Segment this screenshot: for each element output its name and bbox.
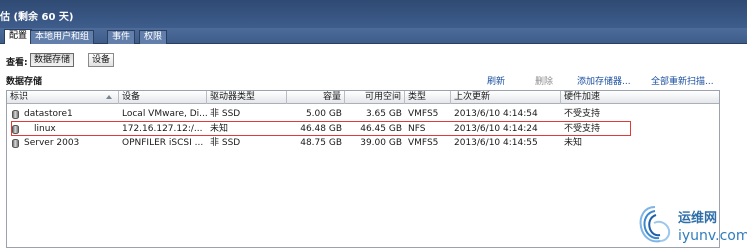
cell-last-update: 2013/6/10 4:14:24	[454, 124, 538, 134]
tab-config[interactable]: 配置	[4, 29, 33, 44]
sort-ascending-icon	[106, 95, 112, 99]
datastore-icon	[12, 110, 19, 119]
column-header-identifier[interactable]: 标识	[7, 91, 119, 104]
column-header-free-space[interactable]: 可用空间	[345, 91, 405, 104]
tab-local-users-groups[interactable]: 本地用户和组	[30, 30, 95, 44]
window-title: 估 (剩余 60 天)	[0, 12, 74, 23]
cell-capacity: 5.00 GB	[305, 109, 342, 119]
column-header-capacity[interactable]: 容量	[287, 91, 345, 104]
datastore-table: 标识 设备 驱动器类型 容量 可用空间 类型 上次更新 硬件加速 datasto…	[6, 90, 720, 248]
cell-last-update: 2013/6/10 4:14:55	[454, 138, 538, 148]
rescan-all-link[interactable]: 全部重新扫描...	[651, 74, 714, 87]
table-row[interactable]: datastore1 Local VMware, Di... 非 SSD 5.0…	[7, 108, 719, 121]
view-devices-button[interactable]: 设备	[88, 53, 115, 67]
column-header-last-update[interactable]: 上次更新	[451, 91, 561, 104]
watermark-text-en: iyunv.com	[678, 228, 747, 244]
table-row[interactable]: Server 2003 OPNFILER iSCSI ... 非 SSD 48.…	[7, 137, 719, 150]
section-title: 数据存储	[6, 77, 43, 87]
watermark-text-cn: 运维网	[678, 211, 718, 226]
cell-drive-type: 未知	[210, 124, 229, 134]
add-storage-link[interactable]: 添加存储器...	[577, 74, 631, 87]
cell-type: VMFS5	[408, 109, 439, 119]
cell-free-space: 46.45 GB	[360, 124, 402, 134]
cell-type: NFS	[408, 124, 426, 134]
table-row[interactable]: linux 172.16.127.12:/... 未知 46.48 GB 46.…	[7, 123, 719, 136]
cell-identifier: Server 2003	[24, 138, 80, 148]
column-header-device[interactable]: 设备	[119, 91, 207, 104]
tab-permissions[interactable]: 权限	[139, 30, 168, 44]
tab-bar: 配置 本地用户和组 事件 权限	[0, 28, 747, 44]
cell-free-space: 39.00 GB	[360, 138, 402, 148]
view-datastores-button[interactable]: 数据存储	[30, 53, 75, 67]
column-header-hw-accel[interactable]: 硬件加速	[561, 91, 719, 104]
tab-events[interactable]: 事件	[107, 30, 136, 44]
watermark-logo-icon	[639, 206, 671, 243]
cell-device: Local VMware, Di...	[122, 109, 207, 119]
watermark: 运维网 iyunv.com	[636, 203, 747, 248]
cell-type: VMFS5	[408, 138, 439, 148]
cell-capacity: 46.48 GB	[300, 124, 342, 134]
cell-device: OPNFILER iSCSI ...	[122, 138, 204, 148]
datastore-icon	[12, 139, 19, 148]
cell-hw-accel: 不受支持	[564, 109, 601, 119]
cell-drive-type: 非 SSD	[210, 109, 241, 119]
table-header: 标识 设备 驱动器类型 容量 可用空间 类型 上次更新 硬件加速	[7, 91, 719, 104]
cell-free-space: 3.65 GB	[365, 109, 402, 119]
view-label: 查看:	[6, 58, 28, 68]
cell-device: 172.16.127.12:/...	[122, 124, 203, 134]
cell-identifier: datastore1	[24, 109, 73, 119]
column-header-type[interactable]: 类型	[405, 91, 451, 104]
cell-drive-type: 非 SSD	[210, 138, 241, 148]
title-bar: 估 (剩余 60 天)	[0, 0, 747, 28]
cell-last-update: 2013/6/10 4:14:54	[454, 109, 538, 119]
column-header-drive-type[interactable]: 驱动器类型	[207, 91, 287, 104]
cell-hw-accel: 未知	[564, 138, 583, 148]
cell-identifier: linux	[34, 124, 56, 134]
column-label: 标识	[10, 92, 29, 102]
refresh-link[interactable]: 刷新	[487, 74, 505, 87]
cell-hw-accel: 不受支持	[564, 124, 601, 134]
cell-capacity: 48.75 GB	[300, 138, 342, 148]
delete-link[interactable]: 删除	[535, 74, 553, 87]
datastore-icon	[12, 125, 19, 134]
